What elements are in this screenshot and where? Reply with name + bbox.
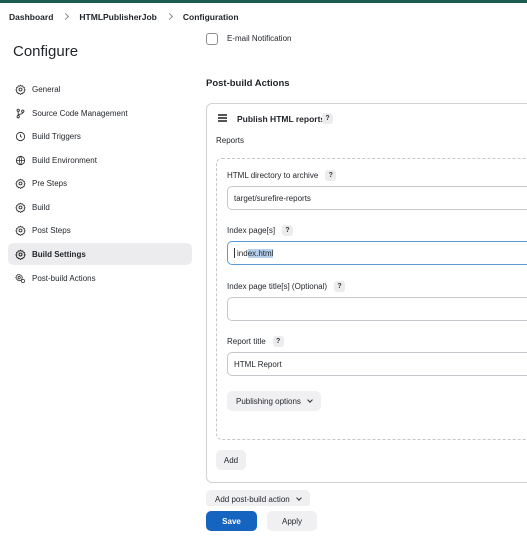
sidebar-item-label: Build — [32, 202, 50, 212]
drag-handle-icon[interactable] — [218, 114, 227, 122]
breadcrumb-configuration[interactable]: Configuration — [183, 12, 239, 22]
html-directory-input[interactable]: target/surefire-reports — [227, 186, 527, 210]
help-icon[interactable]: ? — [282, 225, 294, 236]
gear-icon — [15, 84, 26, 95]
index-pages-value-unselected: ind — [237, 248, 248, 258]
source-branch-icon — [15, 108, 26, 119]
sidebar-item-general[interactable]: General — [8, 78, 192, 100]
apply-button[interactable]: Apply — [267, 511, 317, 531]
sidebar-item-build-settings[interactable]: Build Settings — [8, 243, 192, 265]
save-button[interactable]: Save — [206, 511, 257, 531]
sidebar-item-label: Post-build Actions — [32, 273, 96, 283]
sidebar-item-build-triggers[interactable]: Build Triggers — [8, 125, 192, 147]
gear-icon — [15, 225, 26, 236]
breadcrumb-dashboard[interactable]: Dashboard — [9, 12, 53, 22]
index-page-title-label: Index page title[s] (Optional) ? — [227, 281, 346, 292]
sidebar-item-label: Source Code Management — [32, 108, 128, 118]
page-title: Configure — [13, 43, 79, 60]
index-pages-label: Index page[s] ? — [227, 225, 294, 236]
index-page-title-input[interactable] — [227, 297, 527, 321]
chevron-right-icon — [166, 13, 174, 21]
reports-label: Reports — [216, 136, 245, 145]
sidebar-item-build[interactable]: Build — [8, 196, 192, 218]
sidebar-item-source-code-management[interactable]: Source Code Management — [8, 102, 192, 124]
email-notification-checkbox[interactable] — [206, 33, 218, 45]
sidebar-item-label: Post Steps — [32, 225, 71, 235]
help-icon[interactable]: ? — [272, 336, 284, 347]
chevron-right-icon — [62, 13, 70, 21]
sidebar-item-label: Build Triggers — [32, 131, 81, 141]
sidebar-item-build-environment[interactable]: Build Environment — [8, 149, 192, 171]
help-icon[interactable]: ? — [322, 113, 333, 124]
gear-icon — [15, 178, 26, 189]
sidebar-item-post-build-actions[interactable]: Post-build Actions — [8, 267, 192, 289]
gear-icon — [15, 202, 26, 213]
add-report-button[interactable]: Add — [216, 450, 246, 470]
publish-html-reports-title: Publish HTML reports — [237, 114, 326, 124]
sidebar-item-label: Build Environment — [32, 155, 97, 165]
sidebar-item-label: General — [32, 84, 61, 94]
text-cursor — [234, 248, 235, 258]
sidebar-item-pre-steps[interactable]: Pre Steps — [8, 172, 192, 194]
chevron-down-icon — [295, 494, 302, 501]
email-notification-label: E-mail Notification — [227, 34, 292, 43]
sidebar-item-label: Build Settings — [32, 249, 86, 259]
globe-icon — [15, 155, 26, 166]
index-pages-input[interactable]: ind ex.html — [227, 241, 527, 265]
chevron-down-icon — [307, 396, 313, 403]
sidebar-item-post-steps[interactable]: Post Steps — [8, 219, 192, 241]
publishing-options-button[interactable]: Publishing options — [227, 391, 321, 411]
index-pages-value-selected: ex.html — [247, 248, 274, 258]
post-build-actions-title: Post-build Actions — [206, 78, 290, 89]
help-icon[interactable]: ? — [334, 281, 346, 292]
clock-icon — [15, 131, 26, 142]
help-icon[interactable]: ? — [325, 170, 337, 181]
gears-icon — [15, 273, 26, 284]
sidebar-item-label: Pre Steps — [32, 178, 68, 188]
breadcrumb: Dashboard HTMLPublisherJob Configuration — [0, 3, 527, 31]
html-directory-label: HTML directory to archive ? — [227, 170, 337, 181]
gear-icon — [15, 248, 26, 260]
report-title-input[interactable]: HTML Report — [227, 352, 527, 376]
report-title-label: Report title ? — [227, 336, 284, 347]
breadcrumb-job[interactable]: HTMLPublisherJob — [79, 12, 156, 22]
